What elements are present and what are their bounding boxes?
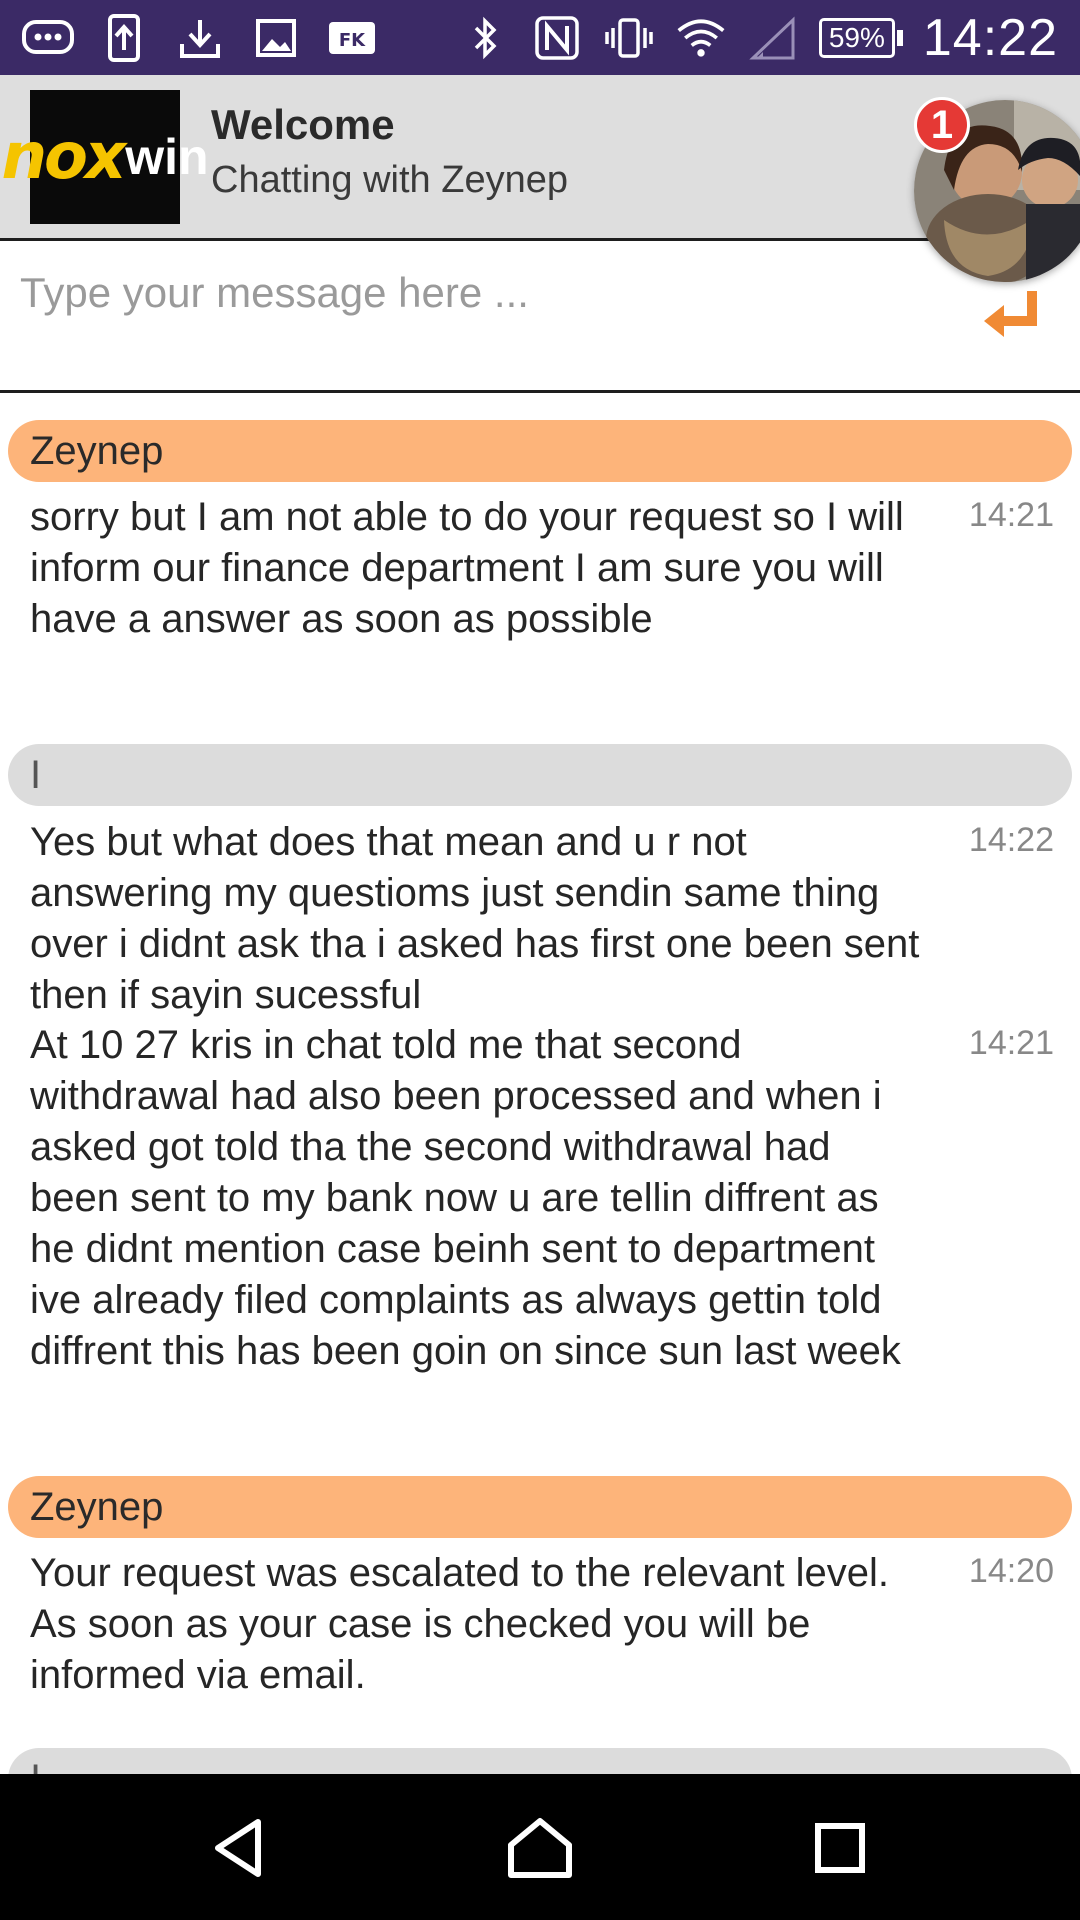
home-icon[interactable] <box>500 1808 580 1888</box>
battery-level: 59% <box>818 18 895 58</box>
message-time: 14:22 <box>968 821 1054 859</box>
signal-icon <box>747 16 799 60</box>
status-time: 14:22 <box>922 9 1058 67</box>
message-time: 14:21 <box>968 496 1054 534</box>
vibrate-icon <box>603 16 655 60</box>
sender-header: I <box>8 744 1072 806</box>
message-input[interactable] <box>20 263 960 323</box>
message-text: Yes but what does that mean and u r not … <box>30 820 920 1017</box>
sender-header: I <box>8 1748 1072 1774</box>
send-enter-icon[interactable] <box>978 285 1044 351</box>
header-title: Welcome <box>211 101 395 148</box>
sender-header: Zeynep <box>8 420 1072 482</box>
message-text: At 10 27 kris in chat told me that secon… <box>30 1023 901 1373</box>
sender-header: Zeynep <box>8 1476 1072 1538</box>
battery-indicator: 59% <box>818 18 903 58</box>
message-text: Your request was escalated to the releva… <box>30 1551 890 1697</box>
fk-app-icon: FK <box>326 16 378 60</box>
bluetooth-icon <box>459 16 511 60</box>
recent-apps-icon[interactable] <box>800 1808 880 1888</box>
status-bar-system: 59% 14:22 <box>459 6 1058 70</box>
noxwin-logo: nox win <box>1 90 209 224</box>
download-icon <box>174 16 226 60</box>
message-composer <box>0 241 1080 393</box>
back-icon[interactable] <box>200 1808 280 1888</box>
upload-phone-icon <box>98 14 150 62</box>
header-subtitle: Chatting with Zeynep <box>211 159 568 201</box>
message-time: 14:21 <box>968 1024 1054 1062</box>
message-time: 14:20 <box>968 1552 1054 1590</box>
messages-list[interactable]: Zeynep sorry but I am not able to do you… <box>0 396 1080 1774</box>
chat-bubble-icon <box>22 16 74 60</box>
image-icon <box>250 16 302 60</box>
logo-text-win: win <box>125 129 209 185</box>
svg-text:FK: FK <box>339 30 366 51</box>
status-bar: FK 59% 14:22 <box>0 0 1080 75</box>
message-text: sorry but I am not able to do your reque… <box>30 495 904 641</box>
notification-badge: 1 <box>914 97 970 153</box>
nfc-icon <box>531 16 583 60</box>
status-bar-notifications: FK <box>22 12 378 64</box>
wifi-icon <box>675 16 727 60</box>
navigation-bar <box>0 1774 1080 1920</box>
logo-text-nox: nox <box>1 120 126 194</box>
